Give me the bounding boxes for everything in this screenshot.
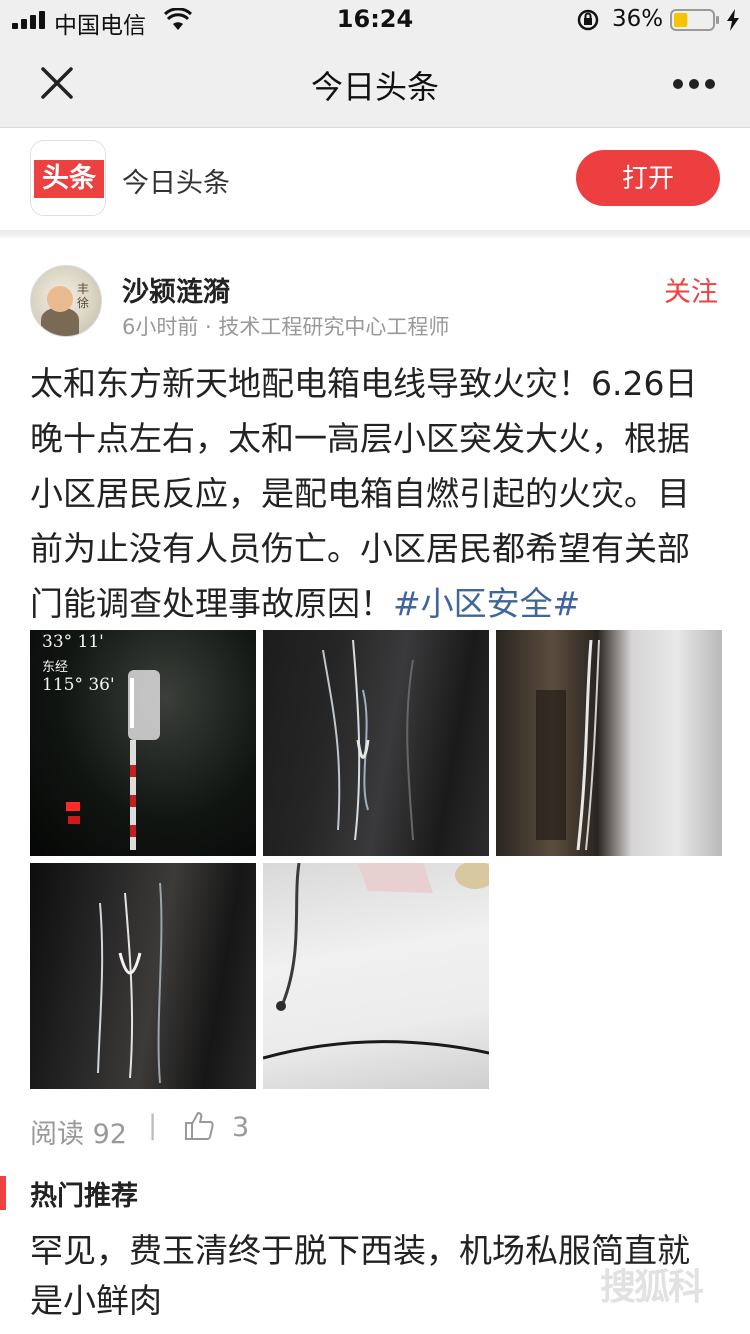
photo-4[interactable] bbox=[30, 863, 256, 1089]
author-name[interactable]: 沙颍涟漪 bbox=[122, 270, 230, 309]
toutiao-logo: 头条 bbox=[30, 140, 106, 216]
photo-3-scene bbox=[536, 639, 600, 851]
photo-1[interactable]: 33° 11' 东经 115° 36' bbox=[30, 630, 256, 856]
photo-2[interactable] bbox=[263, 630, 489, 856]
thumbs-up-icon[interactable] bbox=[183, 1110, 215, 1142]
follow-button[interactable]: 关注 bbox=[664, 270, 718, 309]
battery-icon bbox=[670, 9, 719, 31]
hot-section-title: 热门推荐 bbox=[30, 1181, 138, 1212]
stats-separator: | bbox=[148, 1110, 158, 1141]
avatar-body bbox=[41, 308, 79, 336]
avatar-seal: 丰徐 bbox=[77, 282, 90, 310]
avatar[interactable]: 丰徐 bbox=[30, 265, 102, 337]
like-count: 3 bbox=[232, 1112, 250, 1143]
article-text: 太和东方新天地配电箱电线导致火灾！6.26日晚十点左右，太和一高层小区突发大火，… bbox=[30, 364, 698, 623]
logo-text: 头条 bbox=[34, 160, 104, 198]
photo-4-scene bbox=[97, 882, 163, 1084]
section-accent-bar bbox=[0, 1176, 6, 1210]
photo-longitude-label: 东经 bbox=[42, 660, 69, 675]
navigation-bar: 今日头条 bbox=[0, 40, 750, 128]
read-count: 阅读 92 bbox=[30, 1119, 127, 1150]
article-body: 太和东方新天地配电箱电线导致火灾！6.26日晚十点左右，太和一高层小区突发大火，… bbox=[30, 356, 720, 631]
page-title: 今日头条 bbox=[310, 68, 439, 106]
app-download-banner: 头条 今日头条 打开 bbox=[0, 128, 750, 230]
watermark: 搜狐科 bbox=[600, 1267, 704, 1308]
photo-5[interactable] bbox=[263, 863, 489, 1089]
battery-percent: 36% bbox=[612, 6, 664, 32]
photo-longitude: 115° 36' bbox=[42, 675, 115, 695]
hashtag-link[interactable]: #小区安全# bbox=[393, 584, 580, 623]
photo-latitude: 33° 11' bbox=[42, 632, 104, 652]
photo-5-scene bbox=[263, 863, 489, 1060]
section-divider bbox=[0, 230, 750, 238]
open-app-button[interactable]: 打开 bbox=[576, 150, 720, 206]
avatar-face bbox=[47, 286, 73, 312]
photo-3[interactable] bbox=[496, 630, 722, 856]
status-bar: 中国电信 16:24 36% bbox=[0, 0, 750, 40]
charging-bolt-icon bbox=[727, 9, 739, 31]
author-meta: 6小时前 · 技术工程研究中心工程师 bbox=[122, 315, 450, 339]
app-name: 今日头条 bbox=[122, 168, 230, 199]
rotation-lock-icon bbox=[577, 9, 599, 31]
more-icon[interactable] bbox=[672, 78, 716, 90]
photo-2-scene bbox=[322, 639, 414, 841]
